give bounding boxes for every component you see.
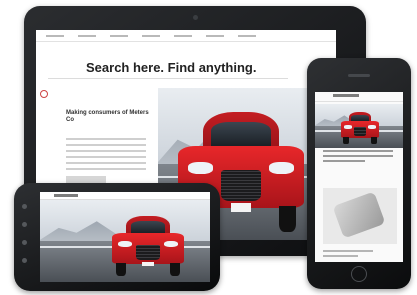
phone-footer-text [323,250,373,260]
home-button-icon [351,266,367,282]
tablet-side-button [66,176,106,183]
side-button-icon [22,258,27,263]
side-button-icon [22,222,27,227]
phone-car-image [315,104,403,148]
tablet-camera-icon [193,15,198,20]
landscape-car-image [40,200,210,282]
tablet-headline: Search here. Find anything. [86,60,257,75]
landscape-phone-screen [40,192,210,282]
phone-thumbnail-image [323,188,397,244]
tablet-logo-icon [40,90,48,98]
phone-caption-text [323,150,393,165]
speaker-icon [348,74,370,77]
landscape-nav-bar [40,192,210,200]
tablet-side-title: Making consumers of Meters Co [66,110,149,123]
side-button-icon [22,204,27,209]
tablet-nav-bar [36,30,336,42]
side-button-icon [22,240,27,245]
tablet-search-divider [48,78,288,79]
phone-nav-bar [315,92,403,102]
phone-screen [315,92,403,262]
tablet-side-text [66,138,146,174]
